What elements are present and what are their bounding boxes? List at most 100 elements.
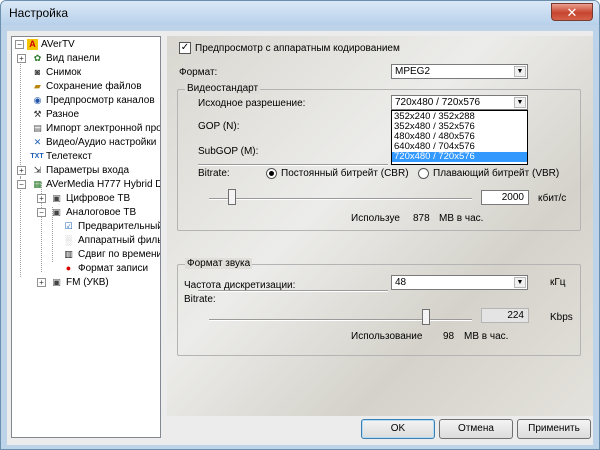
tv-icon: ▣ xyxy=(52,193,61,203)
audio-bitrate-slider-thumb[interactable] xyxy=(421,309,430,325)
input-plug-icon: ⇲ xyxy=(33,165,42,175)
audio-format-title: Формат звука xyxy=(185,258,253,269)
cbr-label: Постоянный битрейт (CBR) xyxy=(281,168,409,179)
cbr-radio[interactable] xyxy=(266,168,277,179)
format-label: Формат: xyxy=(179,67,218,78)
tree-item-label: Импорт электронной прог xyxy=(46,123,161,134)
video-standard-title: Видеостандарт xyxy=(185,83,261,94)
tree-item-label: Аналоговое ТВ xyxy=(66,207,137,218)
tree-item-fm-radio[interactable]: + ▣ FM (УКВ) xyxy=(15,276,160,289)
video-bitrate-value: 2000 xyxy=(501,192,524,203)
tree-item-label: Предварительный xyxy=(78,221,161,232)
resolution-label: Исходное разрешение: xyxy=(198,98,306,109)
tree-item-label: Параметры входа xyxy=(46,165,130,176)
folder-icon: ▰ xyxy=(34,81,41,91)
tree-item-digital-tv[interactable]: + ▣ Цифровое ТВ xyxy=(15,192,160,205)
video-bitrate-slider-track[interactable] xyxy=(209,198,472,200)
apply-button[interactable]: Применить xyxy=(517,419,591,439)
expand-icon[interactable]: + xyxy=(17,166,26,175)
hw-preview-label: Предпросмотр с аппаратным кодированием xyxy=(195,43,400,54)
chevron-down-icon[interactable]: ▼ xyxy=(514,66,526,77)
sample-rate-select[interactable]: 48 ▼ xyxy=(391,275,528,290)
tv-icon: ▣ xyxy=(52,207,61,217)
tree-item-input-params[interactable]: + ⇲ Параметры входа xyxy=(15,164,160,177)
subgop-label: SubGOP (M): xyxy=(198,146,259,157)
tree-item-snapshot[interactable]: ◙ Снимок xyxy=(15,66,160,79)
hw-preview-checkbox[interactable]: ✓ xyxy=(179,42,191,54)
tree-item-timeshift[interactable]: ▥ Сдвиг по времени xyxy=(15,248,160,261)
tree-item-analog-tv[interactable]: − ▣ Аналоговое ТВ xyxy=(15,206,160,219)
ok-button[interactable]: OK xyxy=(361,419,435,439)
camera-icon: ◙ xyxy=(34,67,41,77)
tree-item-label: Сохранение файлов xyxy=(46,81,142,92)
collapse-icon[interactable]: − xyxy=(17,180,26,189)
tree-item-record-format[interactable]: ● Формат записи xyxy=(15,262,160,275)
resolution-option-selected[interactable]: 720x480 / 720x576 xyxy=(392,152,527,162)
audio-usage-label: Использование xyxy=(351,331,423,342)
tree-item-label: Формат записи xyxy=(78,263,149,274)
palette-icon: ✿ xyxy=(33,53,42,63)
tree-item-panel-view[interactable]: + ✿ Вид панели xyxy=(15,52,160,65)
audio-bitrate-input: 224 xyxy=(481,308,529,323)
audio-bitrate-slider-track[interactable] xyxy=(209,319,472,321)
guide-icon: ▤ xyxy=(33,123,42,133)
tree-item-avertv[interactable]: − A AVerTV xyxy=(15,38,160,51)
collapse-icon[interactable]: − xyxy=(37,208,46,217)
tree-item-label: FM (УКВ) xyxy=(66,277,109,288)
tree-item-file-saving[interactable]: ▰ Сохранение файлов xyxy=(15,80,160,93)
cancel-button[interactable]: Отмена xyxy=(439,419,513,439)
vbr-radio[interactable] xyxy=(418,168,429,179)
tree-item-hw-filter[interactable]: ░ Аппаратный фильт xyxy=(15,234,160,247)
tree-item-device[interactable]: − ▦ AVerMedia H777 Hybrid DVI xyxy=(15,178,161,191)
tree-item-av-settings[interactable]: ✕ Видео/Аудио настройки xyxy=(15,136,160,149)
settings-window: Настройка ✕ − A AVerTV + ✿ Вид панели ◙ … xyxy=(0,0,600,450)
video-bitrate-slider-thumb[interactable] xyxy=(227,189,236,205)
noise-filter-icon: ░ xyxy=(65,235,72,245)
close-button[interactable]: ✕ xyxy=(551,3,593,21)
video-usage-unit: MB в час. xyxy=(439,213,484,224)
tree-item-teletext[interactable]: TXT Телетекст xyxy=(15,150,160,163)
tree-item-label: Предпросмотр каналов xyxy=(46,95,155,106)
tree-item-label: AVerMedia H777 Hybrid DVI xyxy=(46,179,161,190)
expand-icon[interactable]: + xyxy=(37,278,46,287)
audio-bitrate-unit: Kbps xyxy=(550,312,573,323)
chevron-down-icon[interactable]: ▼ xyxy=(514,277,526,288)
separator xyxy=(198,164,388,166)
record-icon: ● xyxy=(65,263,72,273)
tree-item-channel-preview[interactable]: ◉ Предпросмотр каналов xyxy=(15,94,160,107)
vbr-label: Плавающий битрейт (VBR) xyxy=(433,168,560,179)
tools-icon: ✕ xyxy=(33,137,42,147)
checklist-icon: ☑ xyxy=(64,221,73,231)
resolution-dropdown-list[interactable]: 352x240 / 352x288 352x480 / 352x576 480x… xyxy=(391,110,528,165)
video-bitrate-unit: кбит/с xyxy=(538,193,567,204)
sample-rate-unit: кГц xyxy=(550,277,566,288)
tree-item-misc[interactable]: ⚒ Разное xyxy=(15,108,160,121)
sample-rate-value: 48 xyxy=(395,277,407,288)
tree-item-preview-settings[interactable]: ☑ Предварительный xyxy=(15,220,160,233)
tree-item-label: Цифровое ТВ xyxy=(66,193,131,204)
tree-item-epg-import[interactable]: ▤ Импорт электронной прог xyxy=(15,122,160,135)
audio-bitrate-value: 224 xyxy=(507,310,524,321)
separator xyxy=(198,290,388,292)
collapse-icon[interactable]: − xyxy=(15,40,24,49)
expand-icon[interactable]: + xyxy=(37,194,46,203)
tree-item-label: Видео/Аудио настройки xyxy=(46,137,157,148)
tree-item-label: Аппаратный фильт xyxy=(78,235,161,246)
tree-item-label: Разное xyxy=(46,109,80,120)
format-value: MPEG2 xyxy=(395,66,431,77)
expand-icon[interactable]: + xyxy=(17,54,26,63)
chevron-down-icon[interactable]: ▼ xyxy=(514,97,526,108)
eye-icon: ◉ xyxy=(33,95,42,105)
title-bar: Настройка ✕ xyxy=(1,1,599,25)
gop-label: GOP (N): xyxy=(198,121,240,132)
video-bitrate-input[interactable]: 2000 xyxy=(481,190,529,205)
resolution-select[interactable]: 720x480 / 720x576 ▼ xyxy=(391,95,528,110)
audio-usage-value: 98 xyxy=(443,331,455,342)
format-select[interactable]: MPEG2 ▼ xyxy=(391,64,528,79)
film-icon: ▥ xyxy=(64,249,73,259)
resolution-value: 720x480 / 720x576 xyxy=(395,97,481,108)
window-title: Настройка xyxy=(9,6,69,20)
video-usage-value: 878 xyxy=(413,213,430,224)
settings-tree[interactable]: − A AVerTV + ✿ Вид панели ◙ Снимок ▰ Сох… xyxy=(11,36,161,438)
tree-item-label: Вид панели xyxy=(46,53,101,64)
